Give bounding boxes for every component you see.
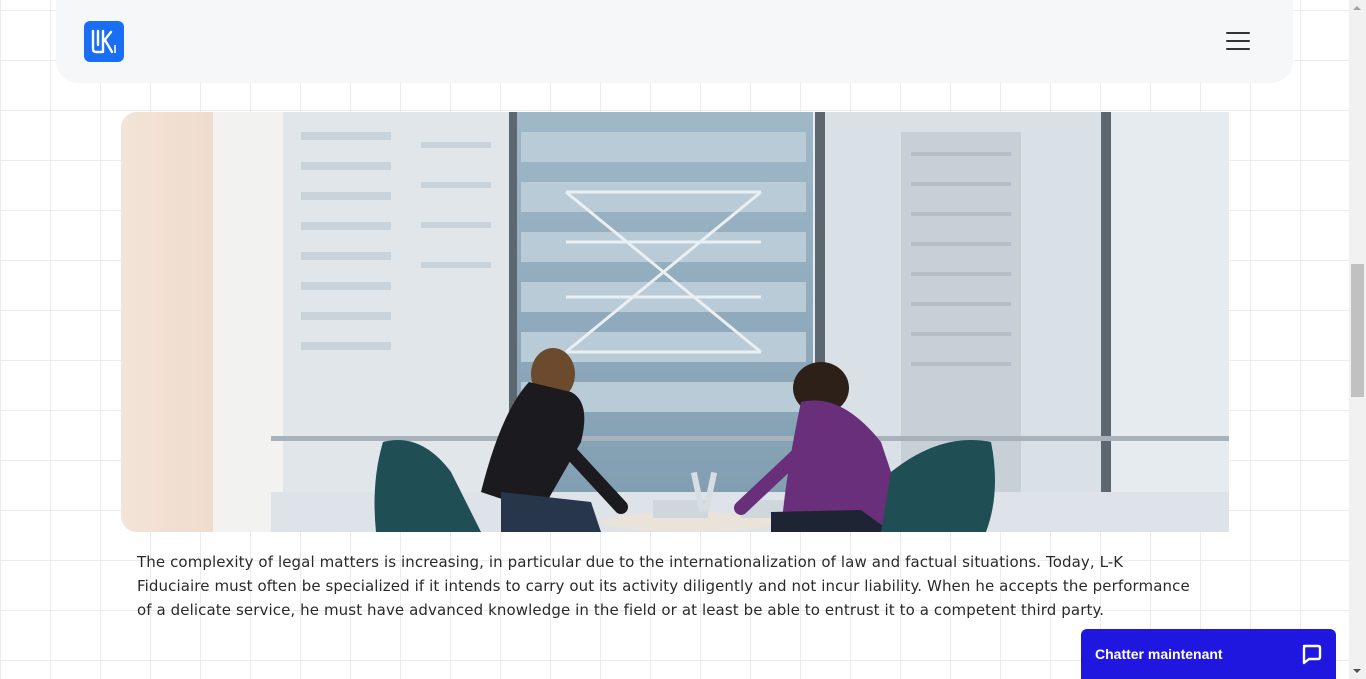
hamburger-menu-icon-bar (1226, 48, 1250, 50)
site-header (56, 0, 1293, 83)
scroll-up-arrow-icon[interactable] (1353, 6, 1361, 10)
chat-bubble-icon (1302, 644, 1322, 665)
scroll-down-arrow-icon[interactable] (1353, 669, 1361, 673)
hamburger-menu-button[interactable] (1222, 28, 1254, 54)
page-scrollbar[interactable] (1349, 0, 1366, 679)
scrollbar-thumb[interactable] (1351, 264, 1364, 397)
logo-mark-icon (91, 29, 116, 54)
hamburger-menu-icon-bar (1226, 32, 1250, 34)
intro-paragraph: The complexity of legal matters is incre… (137, 553, 1190, 619)
hero-image (121, 112, 1229, 532)
office-meeting-photo (121, 112, 1229, 532)
chat-now-button[interactable]: Chatter maintenant (1081, 629, 1336, 679)
hamburger-menu-icon-bar (1226, 40, 1250, 42)
logo[interactable] (84, 21, 124, 62)
chat-now-label: Chatter maintenant (1095, 646, 1223, 662)
